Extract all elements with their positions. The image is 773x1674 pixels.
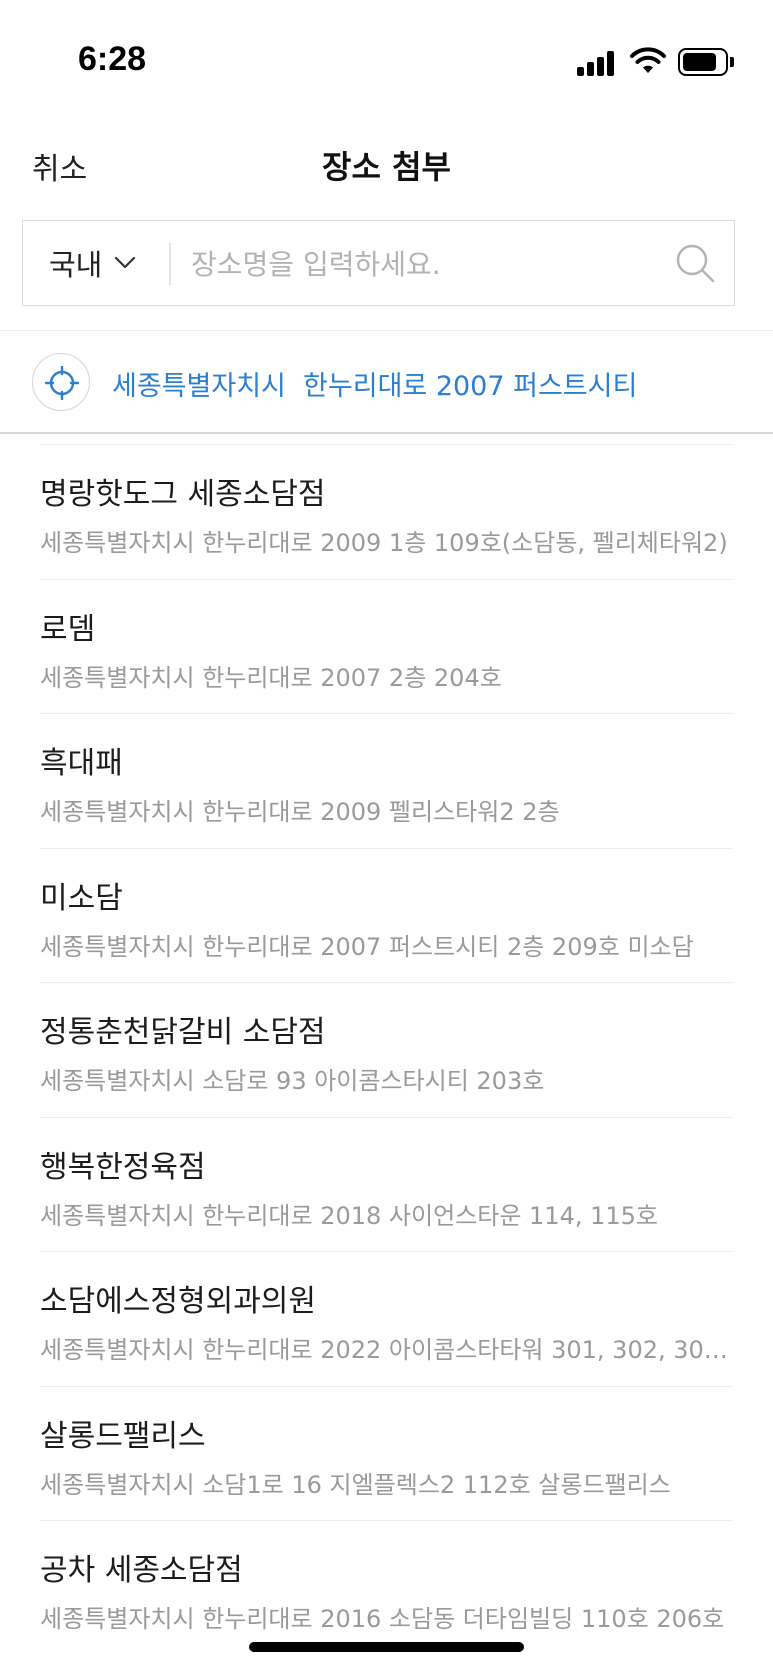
list-item[interactable]: 명랑핫도그 세종소담점 세종특별자치시 한누리대로 2009 1층 109호(소… [40, 444, 733, 579]
list-item[interactable]: 미소담 세종특별자치시 한누리대로 2007 퍼스트시티 2층 209호 미소담 [40, 847, 733, 983]
place-address: 세종특별자치시 한누리대로 2016 소담동 더타임빌딩 110호 206호 [40, 1605, 725, 1633]
place-name: 살롱드팰리스 [40, 1418, 206, 1454]
place-address: 세종특별자치시 한누리대로 2007 2층 204호 [40, 663, 502, 692]
place-name: 행복한정육점 [40, 1149, 206, 1185]
list-item[interactable]: 흑대패 세종특별자치시 한누리대로 2009 펠리스타워2 2층 [40, 713, 733, 848]
place-address: 세종특별자치시 소담로 93 아이콤스타시티 203호 [40, 1067, 545, 1095]
place-name: 로뎀 [40, 611, 96, 647]
search-icon[interactable] [674, 242, 716, 284]
place-name: 소담에스정형외과의원 [40, 1284, 316, 1319]
place-address: 세종특별자치시 소담1로 16 지엘플렉스2 112호 살롱드팰리스 [40, 1470, 671, 1499]
status-bar: 6:28 [0, 0, 773, 120]
navigation-bar: 취소 장소 첨부 [0, 120, 773, 220]
region-dropdown[interactable]: 국내 [23, 221, 171, 305]
place-address: 세종특별자치시 한누리대로 2018 사이언스타운 114, 115호 [40, 1201, 658, 1230]
search-divider [169, 243, 171, 285]
place-attach-screen: 6:28 취소 장소 첨부 국내 장소명을 입력하세요. 세종특별자치시 한누리… [0, 0, 773, 1674]
place-address: 세종특별자치시 한누리대로 2022 아이콤스타타워 301, 302, 303… [40, 1336, 733, 1364]
current-location-button[interactable] [32, 353, 90, 411]
region-label: 국내 [49, 248, 103, 282]
place-name: 흑대패 [40, 746, 123, 781]
crosshair-icon [45, 366, 79, 400]
place-name: 공차 세종소담점 [40, 1553, 243, 1588]
home-indicator[interactable] [249, 1642, 524, 1652]
place-address: 세종특별자치시 한누리대로 2009 1층 109호(소담동, 펠리체타워2) [40, 529, 728, 557]
list-item[interactable]: 소담에스정형외과의원 세종특별자치시 한누리대로 2022 아이콤스타타워 30… [40, 1251, 733, 1386]
status-time: 6:28 [78, 40, 147, 78]
place-name: 정통춘천닭갈비 소담점 [40, 1015, 326, 1050]
place-results-list: 명랑핫도그 세종소담점 세종특별자치시 한누리대로 2009 1층 109호(소… [0, 444, 773, 1655]
search-bar: 국내 [22, 220, 735, 306]
battery-icon [678, 48, 734, 76]
list-item[interactable]: 로뎀 세종특별자치시 한누리대로 2007 2층 204호 [40, 578, 733, 714]
page-title: 장소 첨부 [322, 148, 451, 186]
place-name: 미소담 [40, 880, 123, 916]
wifi-icon [630, 47, 666, 73]
place-address: 세종특별자치시 한누리대로 2007 퍼스트시티 2층 209호 미소담 [40, 932, 694, 961]
current-location-row[interactable]: 세종특별자치시 한누리대로 2007 퍼스트시티 [0, 330, 773, 434]
list-item[interactable]: 공차 세종소담점 세종특별자치시 한누리대로 2016 소담동 더타임빌딩 11… [40, 1520, 733, 1655]
current-location-address: 세종특별자치시 한누리대로 2007 퍼스트시티 [112, 371, 638, 402]
list-item[interactable]: 행복한정육점 세종특별자치시 한누리대로 2018 사이언스타운 114, 11… [40, 1116, 733, 1252]
place-name: 명랑핫도그 세종소담점 [40, 477, 326, 512]
search-input[interactable] [191, 239, 661, 289]
list-item[interactable]: 살롱드팰리스 세종특별자치시 소담1로 16 지엘플렉스2 112호 살롱드팰리… [40, 1385, 733, 1521]
place-address: 세종특별자치시 한누리대로 2009 펠리스타워2 2층 [40, 798, 560, 826]
chevron-down-icon [115, 256, 136, 269]
list-item[interactable]: 정통춘천닭갈비 소담점 세종특별자치시 소담로 93 아이콤스타시티 203호 [40, 982, 733, 1117]
cellular-signal-icon [577, 50, 617, 76]
